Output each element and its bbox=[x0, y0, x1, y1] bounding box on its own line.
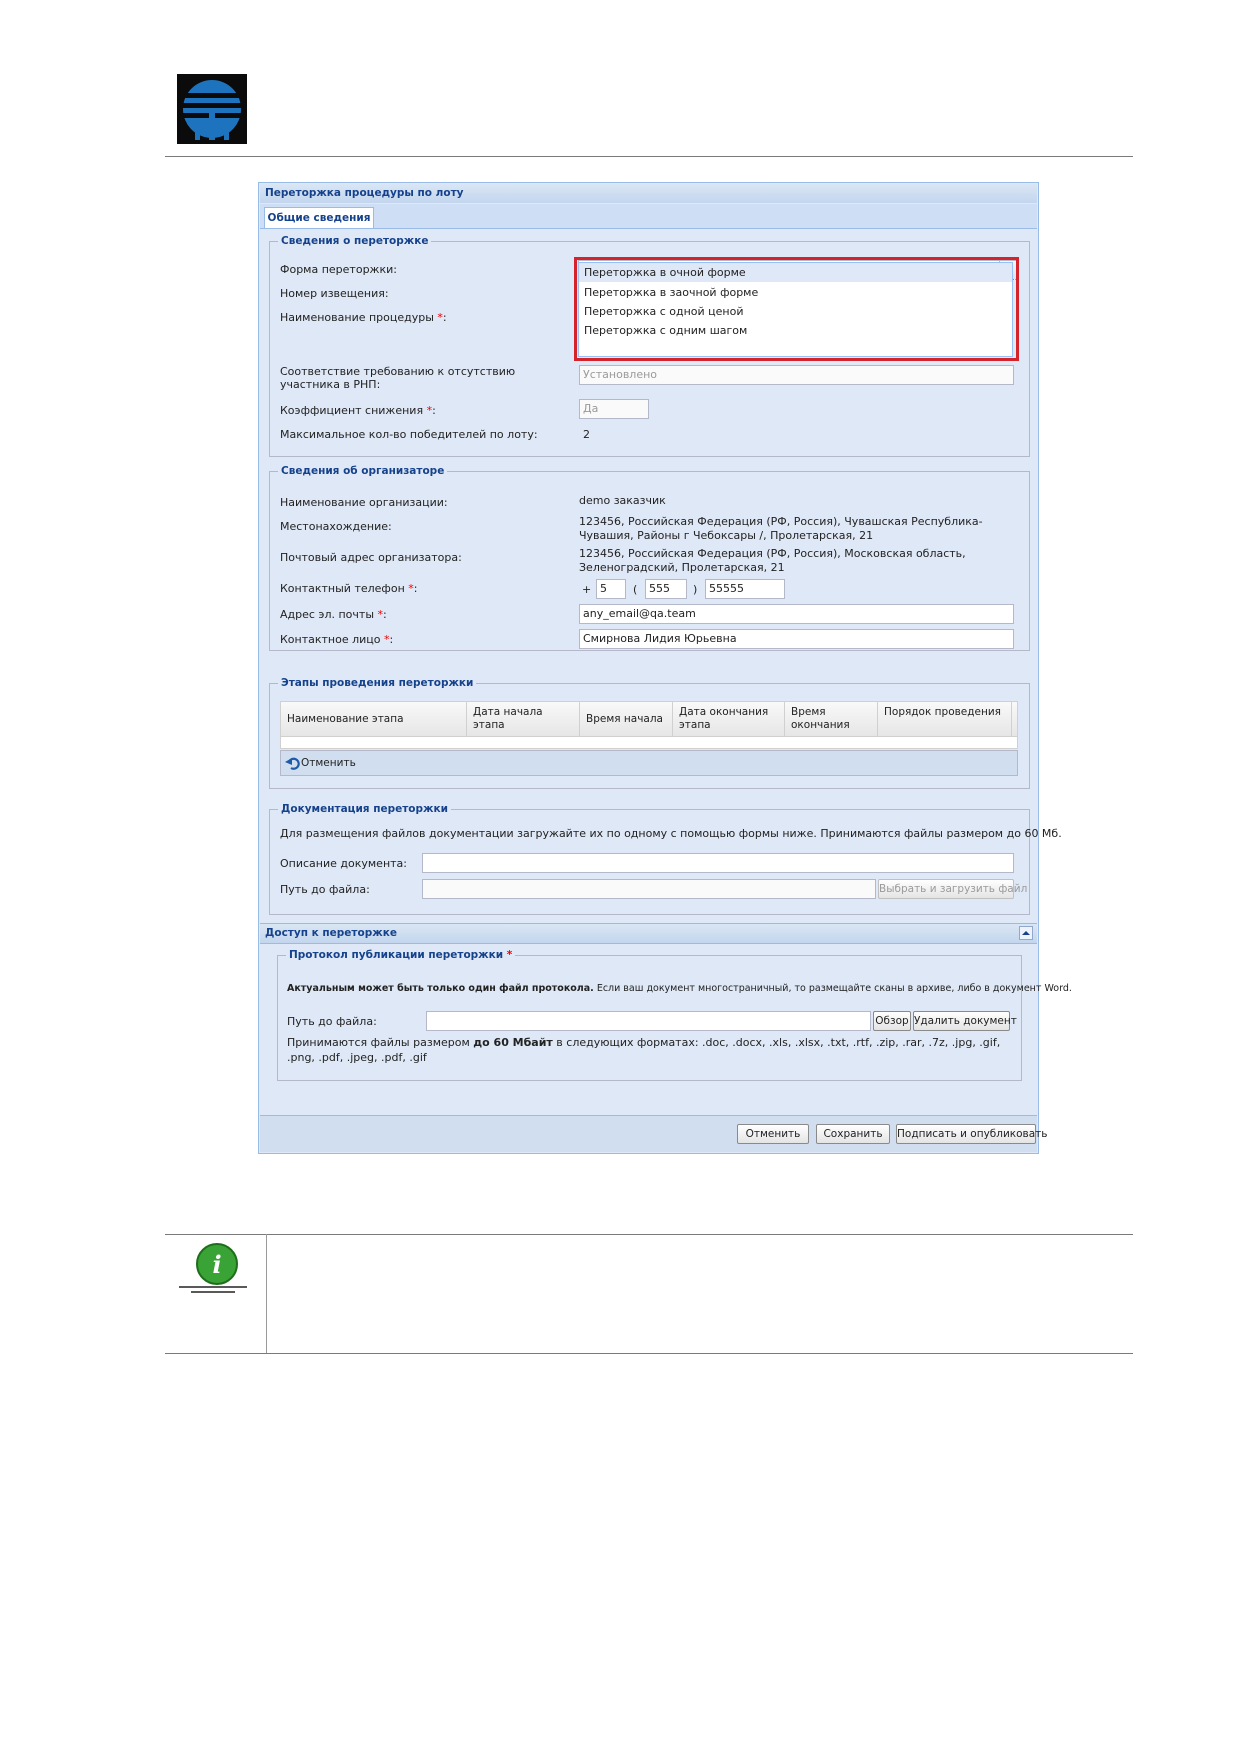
highlight-frame bbox=[574, 257, 1019, 361]
doc-desc-input[interactable] bbox=[422, 853, 1014, 873]
contact-input[interactable]: Смирнова Лидия Юрьевна bbox=[579, 629, 1014, 649]
colon: : bbox=[432, 404, 436, 417]
delete-document-button[interactable]: Удалить документ bbox=[913, 1011, 1017, 1031]
col-end-date[interactable]: Дата окончания этапа bbox=[673, 702, 785, 736]
org-name-label: Наименование организации: bbox=[280, 496, 448, 509]
col-end-time[interactable]: Время окончания bbox=[785, 702, 878, 736]
tab-general[interactable]: Общие сведения bbox=[264, 207, 374, 228]
protocol-path-input[interactable] bbox=[426, 1011, 871, 1031]
koef-label-text: Коэффициент снижения bbox=[280, 404, 424, 417]
org-postal-label: Почтовый адрес организатора: bbox=[280, 551, 462, 564]
access-panel-header: Доступ к переторжке bbox=[260, 923, 1037, 944]
phone-close-paren: ) bbox=[693, 583, 698, 596]
browse-button[interactable]: Обзор bbox=[873, 1011, 911, 1031]
naim-label-text: Наименование процедуры bbox=[280, 311, 434, 324]
sootv-field: Установлено bbox=[579, 365, 1014, 385]
koef-field[interactable]: Да bbox=[579, 399, 649, 419]
phone-open-paren: ( bbox=[633, 583, 638, 596]
note-top-divider bbox=[165, 1234, 1133, 1235]
colon: : bbox=[383, 608, 387, 621]
docs-legend: Документация переторжки bbox=[281, 803, 448, 815]
phone-plus: + bbox=[582, 583, 592, 596]
phone-number-input[interactable]: 55555 bbox=[705, 579, 785, 599]
info-icon: i bbox=[177, 1242, 249, 1296]
protocol-legend: Протокол публикации переторжки * bbox=[286, 949, 515, 961]
colon: : bbox=[413, 582, 418, 595]
nomer-label: Номер извещения: bbox=[280, 287, 389, 300]
sootv-label: Соответствие требованию к отсутствию уча… bbox=[280, 365, 516, 391]
stages-legend: Этапы проведения переторжки bbox=[281, 677, 474, 689]
email-input[interactable]: any_email@qa.team bbox=[579, 604, 1014, 624]
email-label-text: Адрес эл. почты bbox=[280, 608, 374, 621]
protocol-note: Актуальным может быть только один файл п… bbox=[287, 983, 1072, 994]
doc-desc-label: Описание документа: bbox=[280, 857, 407, 870]
required-mark: * bbox=[506, 949, 513, 961]
col-stage-name[interactable]: Наименование этапа bbox=[281, 702, 467, 736]
formats-bold: до 60 Мбайт bbox=[473, 1036, 553, 1049]
protocol-formats: Принимаются файлы размером до 60 Мбайт в… bbox=[287, 1035, 1007, 1065]
company-logo-icon bbox=[177, 74, 247, 144]
window-footer: Отменить Сохранить Подписать и опубликов… bbox=[260, 1115, 1048, 1152]
stages-cancel-button[interactable]: Отменить bbox=[285, 755, 356, 771]
doc-path-input bbox=[422, 879, 876, 899]
upload-file-button[interactable]: Выбрать и загрузить файл bbox=[878, 879, 1027, 899]
undo-icon bbox=[285, 757, 301, 770]
window-title: Переторжка процедуры по лоту bbox=[260, 184, 1037, 203]
retrade-info-legend: Сведения о переторжке bbox=[281, 235, 429, 247]
colon: : bbox=[442, 311, 447, 324]
phone-label-text: Контактный телефон bbox=[280, 582, 405, 595]
stages-toolbar: Отменить bbox=[280, 750, 1018, 776]
org-postal-value: 123456, Российская Федерация (РФ, Россия… bbox=[579, 547, 966, 574]
org-location-label: Местонахождение: bbox=[280, 520, 392, 533]
docs-hint: Для размещения файлов документации загру… bbox=[280, 827, 1062, 840]
protocol-note-bold: Актуальным может быть только один файл п… bbox=[287, 983, 594, 994]
org-name-value: demo заказчик bbox=[579, 494, 666, 507]
contact-label-text: Контактное лицо bbox=[280, 633, 381, 646]
phone-country-input[interactable]: 5 bbox=[596, 579, 626, 599]
organizer-legend: Сведения об организаторе bbox=[281, 465, 445, 477]
access-panel-title: Доступ к переторжке bbox=[265, 927, 397, 939]
email-label: Адрес эл. почты *: bbox=[280, 608, 387, 621]
sign-publish-button[interactable]: Подписать и опубликовать bbox=[896, 1124, 1048, 1144]
colon: : bbox=[389, 633, 394, 646]
protocol-note-rest: Если ваш документ многостраничный, то ра… bbox=[593, 983, 1072, 994]
header-divider bbox=[165, 156, 1133, 157]
forma-label: Форма переторжки: bbox=[280, 263, 397, 276]
note-bottom-divider bbox=[165, 1353, 1133, 1354]
max-winners-label: Максимальное кол-во победителей по лоту: bbox=[280, 428, 538, 441]
koef-label: Коэффициент снижения *: bbox=[280, 404, 436, 417]
tab-strip: Общие сведения bbox=[260, 204, 1037, 229]
col-start-time[interactable]: Время начала bbox=[580, 702, 673, 736]
svg-text:i: i bbox=[212, 1250, 221, 1279]
phone-code-input[interactable]: 555 bbox=[645, 579, 687, 599]
protocol-path-label: Путь до файла: bbox=[287, 1015, 377, 1028]
stages-grid-body bbox=[280, 737, 1018, 749]
note-column-divider bbox=[266, 1234, 267, 1354]
formats-pre: Принимаются файлы размером bbox=[287, 1036, 474, 1049]
collapse-icon[interactable] bbox=[1019, 926, 1033, 940]
protocol-legend-text: Протокол публикации переторжки bbox=[289, 949, 504, 961]
org-location-value: 123456, Российская Федерация (РФ, Россия… bbox=[579, 515, 983, 542]
col-order[interactable]: Порядок проведения bbox=[878, 702, 1012, 736]
contact-label: Контактное лицо *: bbox=[280, 633, 393, 646]
phone-label: Контактный телефон *: bbox=[280, 582, 417, 595]
cancel-button[interactable]: Отменить bbox=[737, 1124, 809, 1144]
max-winners-value: 2 bbox=[583, 428, 590, 441]
naim-label: Наименование процедуры *: bbox=[280, 311, 447, 324]
doc-path-label: Путь до файла: bbox=[280, 883, 370, 896]
stages-cancel-label: Отменить bbox=[301, 757, 356, 769]
col-start-date[interactable]: Дата начала этапа bbox=[467, 702, 580, 736]
save-button[interactable]: Сохранить bbox=[816, 1124, 890, 1144]
stages-grid-header: Наименование этапа Дата начала этапа Вре… bbox=[280, 701, 1018, 737]
